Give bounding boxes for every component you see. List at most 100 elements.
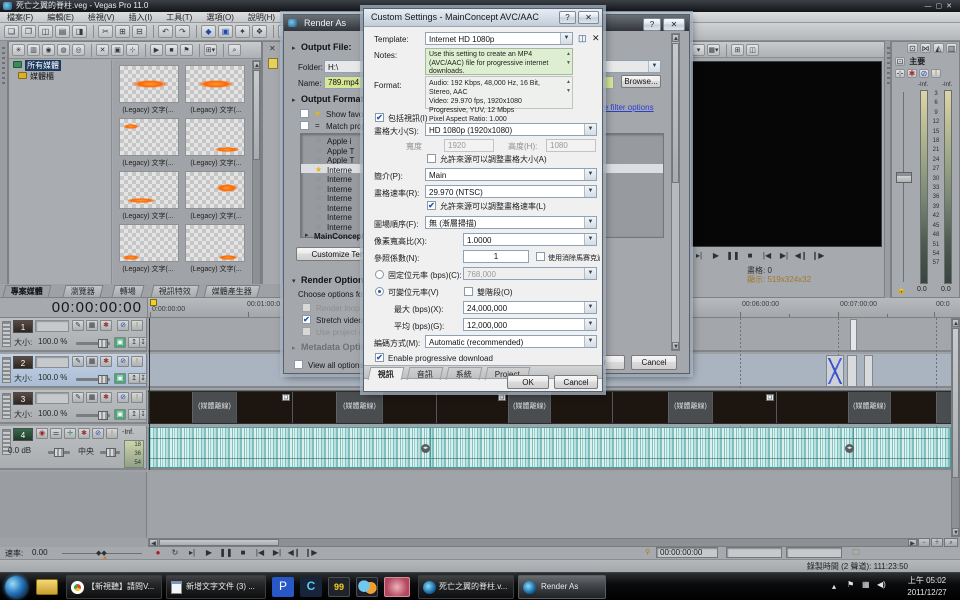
tab-project-media[interactable]: 專案媒體 <box>3 285 52 297</box>
overlay-grid-icon[interactable]: ▦▾ <box>707 44 720 56</box>
cbr-radio[interactable] <box>375 270 384 279</box>
frame-size-combo[interactable]: HD 1080p (1920x1080)▼ <box>425 123 597 136</box>
meter-lock-icon[interactable]: 🔒 <box>897 286 906 294</box>
mixer-insert-bus-icon[interactable]: ⊡ <box>907 43 918 53</box>
open-project-icon[interactable]: ❐ <box>21 25 36 38</box>
menu-tools[interactable]: 工具(T) <box>166 13 192 22</box>
audio-fade-handle[interactable]: ◂▸ <box>845 444 854 453</box>
media-thumb[interactable] <box>119 118 179 156</box>
autoripple-icon[interactable]: ▣ <box>218 25 233 38</box>
taskbar-messenger-icon[interactable] <box>356 577 378 597</box>
import-media-icon[interactable]: ✳ <box>12 44 25 56</box>
copy-frame-icon[interactable]: ⊞ <box>731 44 744 56</box>
composite-mode-icon[interactable]: ▣ <box>114 373 126 384</box>
track-mute-icon[interactable]: ⊘ <box>117 356 129 367</box>
tab-media-generators[interactable]: 媒體產生器 <box>204 285 261 297</box>
template-combo[interactable]: Internet HD 1080p▼ <box>425 32 573 45</box>
event-fx-badge[interactable]: ❑ <box>766 394 774 401</box>
composite-mode-icon[interactable]: ▣ <box>114 337 126 348</box>
close-panel-icon[interactable]: ✕ <box>269 44 276 53</box>
taskbar-clock[interactable]: 上午 05:02 2011/12/27 <box>898 575 956 599</box>
cs-tab-video[interactable]: 視訊 <box>368 367 405 380</box>
preview-go-end[interactable]: ▶| <box>776 250 792 262</box>
remove-media-icon[interactable]: ✕ <box>96 44 109 56</box>
pixel-aspect-combo[interactable]: 1.0000▼ <box>463 233 597 246</box>
go-to-start-button[interactable]: |◀ <box>252 547 268 559</box>
save-template-icon[interactable]: ◫ <box>578 33 587 44</box>
view-all-options-checkbox[interactable] <box>294 360 303 369</box>
timeline-vscrollbar[interactable]: ▲ ▼ <box>951 318 960 537</box>
big-time-display[interactable]: 00:00:00:00 <box>52 299 142 316</box>
track-mute-icon[interactable]: ⊘ <box>92 428 104 439</box>
track-header-3[interactable]: 3 ✎▦✱⊘! 大小: 100.0 % ▣↥↧ <box>0 390 147 424</box>
render-as-close-button[interactable]: ✕ <box>663 18 685 31</box>
encode-mode-combo[interactable]: Automatic (recommended)▼ <box>425 335 597 348</box>
bus-gear-icon[interactable]: ✱ <box>907 69 917 78</box>
track-automation-icon[interactable]: ✎ <box>72 392 84 403</box>
cut-icon[interactable]: ✂ <box>98 25 113 38</box>
track-name-field[interactable] <box>35 356 69 368</box>
media-thumb[interactable] <box>119 224 179 262</box>
track-grip[interactable] <box>2 393 11 419</box>
mixer-properties-icon[interactable]: ▥ <box>946 43 957 53</box>
avg-bps-combo[interactable]: 12,000,000▼ <box>463 318 597 331</box>
media-grid-scrollbar[interactable]: ▲ ▼ <box>252 60 261 297</box>
mixer-downmix-icon[interactable]: ◭ <box>933 43 944 53</box>
track-header-1[interactable]: 1 ✎▦✱⊘! 大小: 100.0 % ▣↥↧ <box>0 318 147 352</box>
render-loop-checkbox[interactable] <box>302 303 311 312</box>
taskbar-chrome-window[interactable]: 【新視聽】請問V... <box>66 575 162 599</box>
menu-insert[interactable]: 插入(I) <box>129 13 153 22</box>
section-output-format[interactable]: Output Format: <box>301 94 367 104</box>
notes-box[interactable]: Use this setting to create an MP4 (AVC/A… <box>425 48 573 75</box>
comp-child-icon[interactable]: ↧ <box>139 409 147 420</box>
play-button[interactable]: ▶ <box>201 547 217 559</box>
vbr-radio[interactable] <box>375 287 384 296</box>
render-as-help-button[interactable]: ? <box>643 18 661 31</box>
render-icon[interactable]: ◨ <box>72 25 87 38</box>
bus-fx-icon[interactable]: ⊹ <box>895 69 905 78</box>
scan-icon[interactable]: ◎ <box>72 44 85 56</box>
preview-pause[interactable]: ❚❚ <box>725 250 741 262</box>
media-thumb[interactable] <box>185 171 245 209</box>
media-thumb[interactable] <box>119 65 179 103</box>
track-size-value[interactable]: 100.0 % <box>38 409 67 418</box>
frame-rate-combo[interactable]: 29.970 (NTSC)▼ <box>425 185 597 198</box>
envelope-icon[interactable]: ⚌ <box>50 428 62 439</box>
tray-flag-icon[interactable]: ⚑ <box>847 580 854 589</box>
section-render-options[interactable]: Render Options: <box>301 275 372 285</box>
deblock-checkbox[interactable] <box>536 252 545 261</box>
audio-pan-slider[interactable] <box>100 451 120 454</box>
track-solo-icon[interactable]: ! <box>131 392 143 403</box>
tray-network-icon[interactable]: ▦ <box>862 580 870 589</box>
cs-cancel-button[interactable]: Cancel <box>554 375 598 389</box>
selection-length-field[interactable] <box>786 547 842 558</box>
taskbar-recorder-icon[interactable] <box>384 577 410 597</box>
capture-video-icon[interactable]: ▥ <box>27 44 40 56</box>
save-snapshot-icon[interactable]: ◫ <box>746 44 759 56</box>
record-button[interactable]: ● <box>150 547 166 559</box>
media-panel-drag-handle[interactable] <box>0 41 8 298</box>
project-output-checkbox[interactable] <box>302 327 311 336</box>
cs-tab-audio[interactable]: 音訊 <box>407 367 444 380</box>
track-level-slider[interactable] <box>76 378 110 381</box>
loop-playback-button[interactable]: ↻ <box>167 547 183 559</box>
show-favorites-checkbox[interactable] <box>300 109 309 118</box>
taskbar-explorer-icon[interactable] <box>36 579 58 595</box>
timeline-marker-flag[interactable] <box>150 299 157 306</box>
delete-template-icon[interactable]: ✕ <box>592 33 600 44</box>
track-motion-icon[interactable]: ▦ <box>86 392 98 403</box>
search-media-icon[interactable]: ⌕ <box>228 44 241 56</box>
pause-button[interactable]: ❚❚ <box>218 547 234 559</box>
stop-button[interactable]: ■ <box>235 547 251 559</box>
track-size-value[interactable]: 100.0 % <box>38 373 67 382</box>
track-grip[interactable] <box>2 321 11 347</box>
preview-go-start[interactable]: |◀ <box>759 250 775 262</box>
tab-video-fx[interactable]: 視訊特效 <box>151 285 200 297</box>
play-media-icon[interactable]: ▶ <box>150 44 163 56</box>
event-fx-badge[interactable]: ❑ <box>498 394 506 401</box>
get-media-web-icon[interactable]: ◍ <box>57 44 70 56</box>
extract-audio-icon[interactable]: ◉ <box>42 44 55 56</box>
taskbar-render-as-window[interactable]: Render As <box>518 575 606 599</box>
track-motion-icon[interactable]: ▦ <box>86 356 98 367</box>
zoom-out-icon[interactable]: − <box>918 538 930 547</box>
